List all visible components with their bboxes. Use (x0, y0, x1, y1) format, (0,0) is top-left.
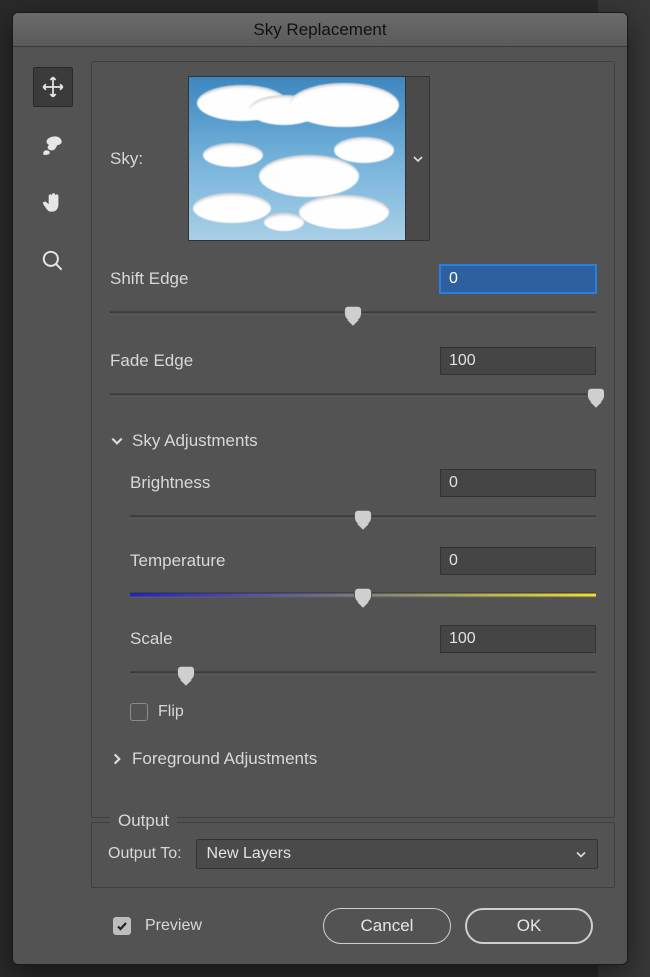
temperature-slider[interactable] (130, 589, 596, 601)
sky-dropdown-caret[interactable] (405, 77, 429, 240)
toolstrip (25, 61, 81, 948)
main-panel: Sky: (91, 61, 615, 818)
cancel-button[interactable]: Cancel (323, 908, 451, 944)
preview-checkbox[interactable] (113, 917, 131, 935)
shift-edge-label: Shift Edge (110, 269, 188, 289)
chevron-down-icon (412, 153, 424, 165)
scale-label: Scale (130, 629, 173, 649)
output-to-value: New Layers (207, 845, 291, 863)
shift-edge-slider[interactable] (110, 307, 596, 319)
brightness-input[interactable] (440, 469, 596, 497)
fade-edge-slider[interactable] (110, 389, 596, 401)
zoom-tool-icon (40, 248, 66, 274)
dialog-body: Sky: (13, 47, 627, 964)
foreground-adjustments-label: Foreground Adjustments (132, 749, 317, 769)
output-to-label: Output To: (108, 845, 182, 863)
sky-dropdown[interactable] (188, 76, 430, 241)
slider-thumb[interactable] (177, 666, 195, 682)
move-tool[interactable] (33, 67, 73, 107)
fade-edge-row: Fade Edge (110, 347, 596, 375)
chevron-right-icon (110, 752, 124, 766)
sky-adjustments-header[interactable]: Sky Adjustments (110, 431, 596, 451)
output-legend: Output (110, 811, 177, 831)
brightness-label: Brightness (130, 473, 210, 493)
sky-adjustments-label: Sky Adjustments (132, 431, 258, 451)
move-tool-icon (40, 74, 66, 100)
slider-track (130, 672, 596, 675)
check-icon (116, 920, 128, 932)
output-fieldset: Output Output To: New Layers (91, 822, 615, 888)
scale-input[interactable] (440, 625, 596, 653)
flip-row: Flip (130, 703, 596, 721)
fade-edge-input[interactable] (440, 347, 596, 375)
slider-thumb[interactable] (354, 510, 372, 526)
temperature-input[interactable] (440, 547, 596, 575)
slider-thumb[interactable] (587, 388, 605, 404)
fade-edge-label: Fade Edge (110, 351, 193, 371)
output-to-select[interactable]: New Layers (196, 839, 598, 869)
content-column: Sky: (91, 61, 615, 948)
sky-adjustments-group: Brightness Temperature (110, 465, 596, 743)
sky-row: Sky: (110, 76, 596, 241)
sky-replacement-dialog: Sky Replacement (12, 12, 628, 965)
titlebar[interactable]: Sky Replacement (13, 13, 627, 47)
sky-preview-image (189, 77, 405, 240)
flip-checkbox[interactable] (130, 703, 148, 721)
shift-edge-input[interactable] (440, 265, 596, 293)
scale-row: Scale (130, 625, 596, 653)
ok-button[interactable]: OK (465, 908, 593, 944)
foreground-adjustments-header[interactable]: Foreground Adjustments (110, 749, 596, 769)
zoom-tool[interactable] (33, 241, 73, 281)
footer: Preview Cancel OK (91, 888, 615, 948)
hand-tool[interactable] (33, 183, 73, 223)
brightness-row: Brightness (130, 469, 596, 497)
brush-tool[interactable] (33, 125, 73, 165)
brightness-slider[interactable] (130, 511, 596, 523)
brush-tool-icon (40, 132, 66, 158)
temperature-row: Temperature (130, 547, 596, 575)
chevron-down-icon (110, 434, 124, 448)
hand-tool-icon (40, 190, 66, 216)
scale-slider[interactable] (130, 667, 596, 679)
slider-track (110, 394, 596, 397)
chevron-down-icon (575, 848, 587, 860)
slider-thumb[interactable] (354, 588, 372, 604)
flip-label: Flip (158, 703, 184, 721)
window-title: Sky Replacement (253, 20, 386, 40)
temperature-label: Temperature (130, 551, 225, 571)
slider-thumb[interactable] (344, 306, 362, 322)
shift-edge-row: Shift Edge (110, 265, 596, 293)
sky-label: Sky: (110, 149, 166, 169)
output-row: Output To: New Layers (108, 839, 598, 869)
preview-label: Preview (145, 917, 202, 935)
